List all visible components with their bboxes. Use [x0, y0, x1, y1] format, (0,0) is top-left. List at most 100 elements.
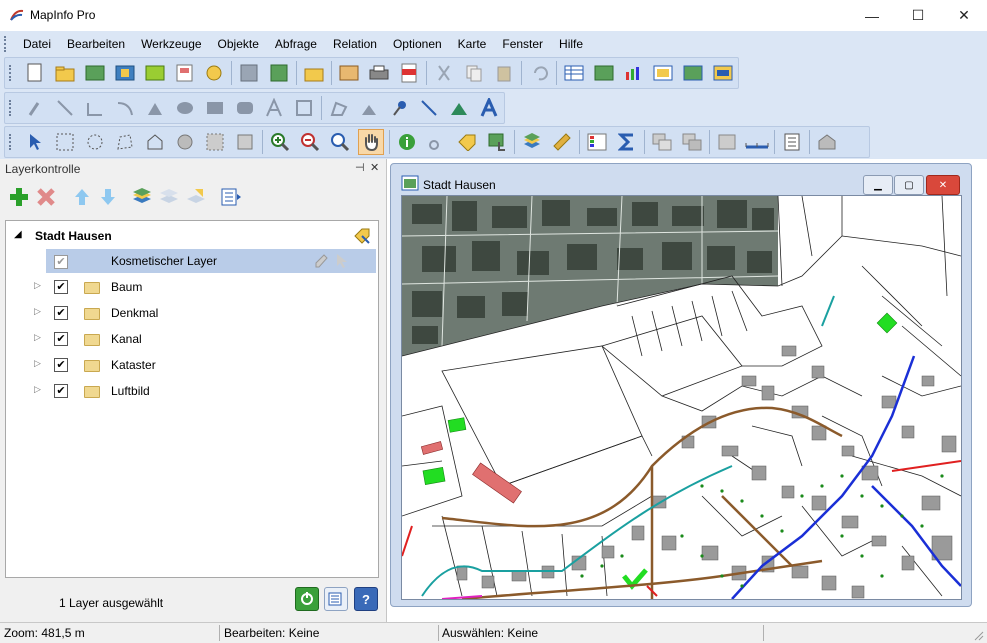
tree-root-map[interactable]: ◢ Stadt Hausen [6, 225, 376, 247]
layer-visibility-checkbox[interactable]: ✔ [54, 332, 68, 346]
menu-objekte[interactable]: Objekte [210, 33, 267, 55]
tree-row-cosmetic-layer[interactable]: ✔ Kosmetischer Layer [46, 249, 376, 273]
open-layout-icon[interactable] [173, 61, 197, 85]
help-button[interactable]: ? [354, 587, 378, 611]
radius-select-icon[interactable] [83, 130, 107, 154]
pin-tool-icon[interactable] [387, 96, 411, 120]
new-browser-icon[interactable] [562, 61, 586, 85]
ruler-icon[interactable] [550, 130, 574, 154]
clone-view-icon[interactable] [680, 130, 704, 154]
add-node-tool-icon[interactable] [357, 96, 381, 120]
layer-visibility-checkbox[interactable]: ✔ [54, 280, 68, 294]
layer-options-icon[interactable] [218, 185, 242, 209]
open-workspace-icon[interactable] [83, 61, 107, 85]
paste-icon[interactable] [492, 61, 516, 85]
info-tool-icon[interactable] [395, 130, 419, 154]
close-button[interactable]: ✕ [941, 0, 987, 31]
menu-grip[interactable] [4, 36, 9, 52]
new-graph-icon[interactable] [622, 61, 646, 85]
zoom-in-icon[interactable] [268, 130, 292, 154]
open-folder-icon[interactable] [53, 61, 77, 85]
text-style-icon[interactable] [477, 96, 501, 120]
map-maximize-button[interactable]: ▢ [894, 175, 924, 195]
tree-row-layer[interactable]: ▷ ✔ Kataster [6, 353, 376, 377]
menu-optionen[interactable]: Optionen [385, 33, 450, 55]
open-table-icon[interactable] [143, 61, 167, 85]
expand-arrow-icon[interactable]: ▷ [34, 332, 41, 343]
invert-selection-icon[interactable] [173, 130, 197, 154]
new-document-icon[interactable] [23, 61, 47, 85]
map-minimize-button[interactable]: ▁ [863, 175, 893, 195]
zoom-out-icon[interactable] [298, 130, 322, 154]
rectangle-tool-icon[interactable] [203, 96, 227, 120]
line-tool-icon[interactable] [53, 96, 77, 120]
boundary-select-icon[interactable] [143, 130, 167, 154]
region-style-icon[interactable] [447, 96, 471, 120]
expand-arrow-icon[interactable]: ▷ [34, 384, 41, 395]
menu-datei[interactable]: Datei [15, 33, 59, 55]
resize-grip-icon[interactable] [972, 629, 984, 641]
menu-hilfe[interactable]: Hilfe [551, 33, 591, 55]
print-icon[interactable] [367, 61, 391, 85]
layer-list-options-button[interactable] [324, 587, 348, 611]
maximize-button[interactable]: ☐ [895, 0, 941, 31]
pan-hand-icon[interactable] [358, 129, 384, 155]
rounded-rectangle-tool-icon[interactable] [233, 96, 257, 120]
layer-select-icon[interactable] [335, 253, 349, 269]
tool-manager-icon[interactable] [815, 130, 839, 154]
print-preview-icon[interactable] [337, 61, 361, 85]
layer-edit-icon[interactable] [314, 253, 328, 269]
panel-close-icon[interactable]: ✕ [370, 161, 379, 174]
ruler-hotlink-icon[interactable] [425, 130, 449, 154]
expand-arrow-icon[interactable]: ▷ [34, 280, 41, 291]
open-tools-icon[interactable] [203, 61, 227, 85]
frame-tool-icon[interactable] [292, 96, 316, 120]
reshape-tool-icon[interactable] [327, 96, 351, 120]
move-layer-up-icon[interactable] [70, 185, 94, 209]
map-close-button[interactable]: ✕ [926, 175, 960, 195]
menu-bearbeiten[interactable]: Bearbeiten [59, 33, 133, 55]
statistics-sigma-icon[interactable] [615, 130, 639, 154]
tree-row-layer[interactable]: ▷ ✔ Kanal [6, 327, 376, 351]
new-folder-icon[interactable] [302, 61, 326, 85]
arc-tool-icon[interactable] [113, 96, 137, 120]
apply-refresh-button[interactable] [295, 587, 319, 611]
collapse-arrow-icon[interactable]: ◢ [14, 229, 22, 240]
menu-werkzeuge[interactable]: Werkzeuge [133, 33, 209, 55]
map-canvas[interactable] [401, 195, 962, 600]
menu-abfrage[interactable]: Abfrage [267, 33, 325, 55]
ellipse-tool-icon[interactable] [173, 96, 197, 120]
toolbar-grip[interactable] [9, 65, 14, 81]
toolbar-grip[interactable] [9, 134, 14, 150]
export-pdf-icon[interactable] [397, 61, 421, 85]
save-icon[interactable] [237, 61, 261, 85]
text-tool-icon[interactable] [263, 96, 287, 120]
remove-layer-icon[interactable] [34, 185, 58, 209]
new-layout-icon[interactable] [651, 61, 675, 85]
line-style-icon[interactable] [417, 96, 441, 120]
polygon-select-icon[interactable] [113, 130, 137, 154]
pin-icon[interactable]: ⊣ [355, 161, 365, 174]
menu-fenster[interactable]: Fenster [494, 33, 551, 55]
copy-icon[interactable] [462, 61, 486, 85]
move-layer-down-icon[interactable] [96, 185, 120, 209]
tree-row-layer[interactable]: ▷ ✔ Baum [6, 275, 376, 299]
layer-label-icon[interactable] [184, 185, 208, 209]
toolbar-grip[interactable] [9, 100, 14, 116]
previous-view-icon[interactable] [715, 130, 739, 154]
open-map-icon[interactable] [113, 61, 137, 85]
change-view-icon[interactable] [328, 130, 352, 154]
legend-icon[interactable] [585, 130, 609, 154]
scale-bar-icon[interactable] [745, 130, 769, 154]
marquee-select-icon[interactable] [53, 130, 77, 154]
window-list-icon[interactable] [711, 61, 735, 85]
graph-select-icon[interactable] [233, 130, 257, 154]
layer-properties-icon[interactable] [130, 185, 154, 209]
polyline-tool-icon[interactable] [83, 96, 107, 120]
list-icon[interactable] [780, 130, 804, 154]
polygon-tool-icon[interactable] [143, 96, 167, 120]
tree-row-layer[interactable]: ▷ ✔ Denkmal [6, 301, 376, 325]
menu-karte[interactable]: Karte [450, 33, 495, 55]
layer-visibility-checkbox[interactable]: ✔ [54, 384, 68, 398]
label-tool-icon[interactable] [455, 130, 479, 154]
